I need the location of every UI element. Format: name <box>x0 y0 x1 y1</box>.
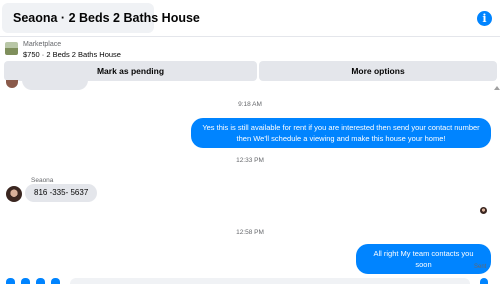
marketplace-listing[interactable]: Marketplace $750 · 2 Beds 2 Baths House <box>0 37 500 61</box>
conversation-title: Seaona · 2 Beds 2 Baths House <box>13 11 200 25</box>
listing-price: $750 · 2 Beds 2 Baths House <box>23 50 121 59</box>
message-timestamp: 12:33 PM <box>236 157 264 164</box>
marketplace-label: Marketplace <box>23 41 62 48</box>
listing-thumbnail <box>5 42 18 55</box>
conversation-title-button[interactable]: Seaona · 2 Beds 2 Baths House <box>2 3 200 33</box>
info-icon[interactable]: i <box>477 11 492 26</box>
message-composer <box>0 276 500 284</box>
gif-icon[interactable] <box>51 278 60 284</box>
message-input[interactable] <box>70 278 470 284</box>
like-icon[interactable] <box>480 278 488 284</box>
mark-as-pending-button[interactable]: Mark as pending <box>4 61 257 81</box>
scrollbar[interactable] <box>494 84 500 284</box>
message-bubble-outgoing[interactable]: All right My team contacts you soon <box>356 244 491 274</box>
sender-avatar <box>6 80 18 88</box>
message-timestamp: 9:18 AM <box>238 101 262 108</box>
sticker-icon[interactable] <box>36 278 45 284</box>
sender-name: Seaona <box>31 177 54 184</box>
read-receipt-avatar <box>480 207 487 214</box>
message-bubble-outgoing[interactable]: Yes this is still available for rent if … <box>191 118 491 148</box>
message-bubble-incoming[interactable]: 816 -335- 5637 <box>25 184 98 202</box>
sent-status: Sent <box>474 264 487 270</box>
message-timestamp: 12:58 PM <box>236 229 264 236</box>
message-bubble-incoming <box>22 80 88 90</box>
more-options-button[interactable]: More options <box>259 61 497 81</box>
plus-icon[interactable] <box>6 278 15 284</box>
sender-avatar[interactable] <box>6 186 22 202</box>
conversation-header: Seaona · 2 Beds 2 Baths House i <box>0 0 500 37</box>
scroll-up-arrow-icon[interactable] <box>494 86 500 90</box>
image-icon[interactable] <box>21 278 30 284</box>
